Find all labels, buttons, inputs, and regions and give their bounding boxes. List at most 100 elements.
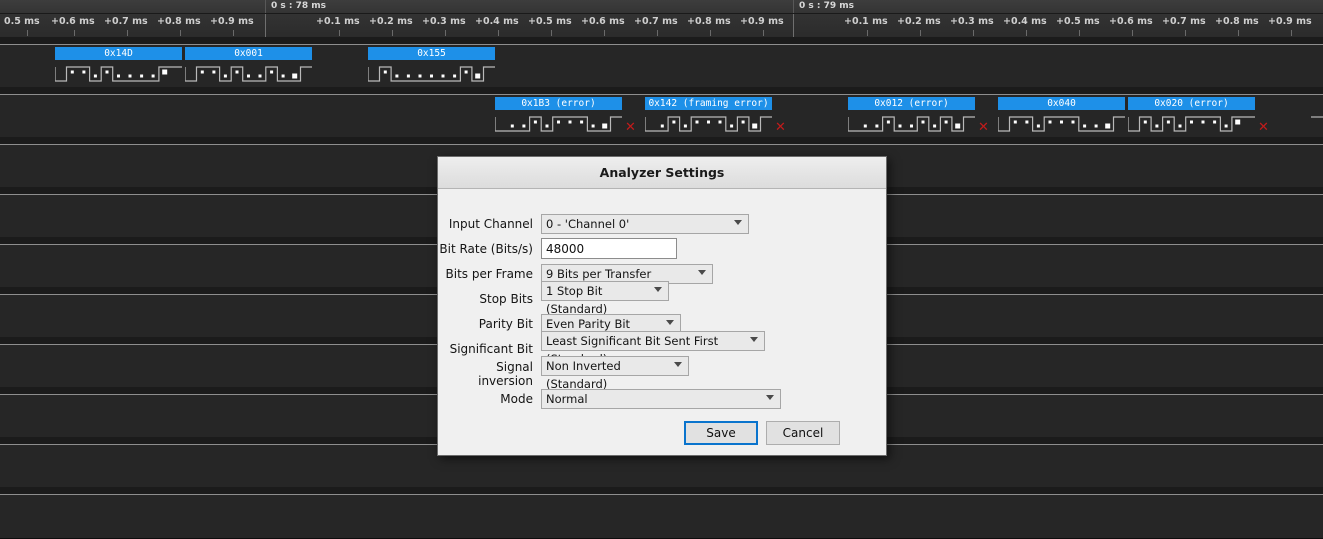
analyzer-settings-dialog[interactable]: Analyzer Settings Input Channel0 - 'Chan… [437, 156, 887, 456]
select-wrapper-mode[interactable]: Normal [541, 389, 781, 409]
label-stop-bits: Stop Bits [438, 292, 541, 306]
ruler-tick-label: 0.5 ms [4, 15, 40, 28]
dialog-button-bar[interactable]: Save Cancel [438, 421, 888, 445]
time-ruler[interactable]: 0 s : 78 ms0 s : 79 ms 0.5 ms +0.6 ms +0.7… [0, 0, 1323, 37]
form-row-stop-bits: Stop Bits1 Stop Bit (Standard) [438, 286, 886, 311]
dialog-form[interactable]: Input Channel0 - 'Channel 0'Bit Rate (Bi… [438, 189, 886, 411]
frame-error-marker-icon: ✕ [978, 123, 989, 133]
ruler-tick-label: +0.8 ms [1215, 15, 1259, 28]
lane-track-channel-0[interactable]: 0x14D0x001 0x155 [0, 44, 1323, 89]
label-bit-rate: Bit Rate (Bits/s) [438, 242, 541, 256]
ruler-tick-mark [27, 30, 28, 36]
ruler-tick-mark [498, 30, 499, 36]
lane-track-channel-1[interactable]: 0x1B3 (error) ✕ 0x142 (framing error) ✕ 0x01… [0, 94, 1323, 139]
waveform-frame [1128, 113, 1255, 137]
frame-label[interactable]: 0x001 [185, 47, 312, 60]
ruler-tick-label: +0.3 ms [950, 15, 994, 28]
label-parity-bit: Parity Bit [438, 317, 541, 331]
ruler-tick-label: +0.1 ms [316, 15, 360, 28]
form-row-bit-rate: Bit Rate (Bits/s) [438, 236, 886, 261]
ruler-tick-label: +0.3 ms [422, 15, 466, 28]
ruler-major-row: 0 s : 78 ms0 s : 79 ms [0, 0, 1323, 14]
ruler-major-divider [793, 14, 794, 37]
ruler-tick-mark [763, 30, 764, 36]
label-significant-bit: Significant Bit [438, 342, 541, 356]
waveform-frame [645, 113, 772, 137]
control-stop-bits: 1 Stop Bit (Standard) [541, 281, 669, 317]
control-input-channel: 0 - 'Channel 0' [541, 213, 749, 234]
select-wrapper-stop-bits[interactable]: 1 Stop Bit (Standard) [541, 281, 669, 301]
waveform-idle [1311, 113, 1323, 137]
ruler-tick-row: 0.5 ms +0.6 ms +0.7 ms +0.8 ms +0.9 ms +0.1 m… [0, 14, 1323, 38]
ruler-tick-mark [1291, 30, 1292, 36]
frame-label[interactable]: 0x1B3 (error) [495, 97, 622, 110]
ruler-major-label: 0 s : 78 ms [265, 0, 793, 13]
input-channel-select[interactable]: 0 - 'Channel 0' [541, 214, 749, 234]
dialog-title: Analyzer Settings [438, 157, 886, 189]
ruler-tick-mark [127, 30, 128, 36]
ruler-tick-mark [1238, 30, 1239, 36]
ruler-tick-mark [1026, 30, 1027, 36]
ruler-tick-mark [867, 30, 868, 36]
frame-label[interactable]: 0x142 (framing error) [645, 97, 772, 110]
ruler-tick-label: +0.9 ms [210, 15, 254, 28]
waveform-frame [55, 63, 182, 87]
label-signal-inversion: Signal inversion [438, 360, 541, 388]
stop-bits-select[interactable]: 1 Stop Bit (Standard) [541, 281, 669, 301]
form-row-signal-inversion: Signal inversionNon Inverted (Standard) [438, 361, 886, 386]
ruler-tick-label: +0.1 ms [844, 15, 888, 28]
frame-error-marker-icon: ✕ [1258, 123, 1269, 133]
ruler-tick-label: +0.8 ms [687, 15, 731, 28]
ruler-tick-mark [233, 30, 234, 36]
control-bit-rate [541, 238, 677, 260]
ruler-tick-mark [1185, 30, 1186, 36]
select-wrapper-signal-inversion[interactable]: Non Inverted (Standard) [541, 356, 689, 376]
ruler-tick-label: +0.5 ms [528, 15, 572, 28]
mode-select[interactable]: Normal [541, 389, 781, 409]
ruler-tick-mark [392, 30, 393, 36]
ruler-tick-mark [180, 30, 181, 36]
ruler-tick-mark [710, 30, 711, 36]
ruler-tick-label: +0.4 ms [475, 15, 519, 28]
save-button[interactable]: Save [684, 421, 758, 445]
lane-gutter [0, 37, 1323, 44]
signal-inversion-select[interactable]: Non Inverted (Standard) [541, 356, 689, 376]
ruler-tick-mark [1079, 30, 1080, 36]
bit-rate-input[interactable] [541, 238, 677, 259]
ruler-tick-label: +0.6 ms [581, 15, 625, 28]
label-mode: Mode [438, 392, 541, 406]
form-row-input-channel: Input Channel0 - 'Channel 0' [438, 211, 886, 236]
ruler-major-divider [265, 14, 266, 37]
waveform-frame [368, 63, 495, 87]
ruler-tick-mark [1132, 30, 1133, 36]
waveform-frame [185, 63, 312, 87]
frame-label[interactable]: 0x012 (error) [848, 97, 975, 110]
frame-error-marker-icon: ✕ [775, 123, 786, 133]
label-input-channel: Input Channel [438, 217, 541, 231]
lane-gutter [0, 137, 1323, 144]
ruler-tick-label: +0.9 ms [1268, 15, 1312, 28]
lane-track[interactable] [0, 494, 1323, 539]
ruler-tick-mark [445, 30, 446, 36]
ruler-tick-label: +0.7 ms [1162, 15, 1206, 28]
cancel-button[interactable]: Cancel [766, 421, 840, 445]
frame-label[interactable]: 0x020 (error) [1128, 97, 1255, 110]
control-signal-inversion: Non Inverted (Standard) [541, 356, 689, 392]
control-mode: Normal [541, 388, 781, 409]
label-bits-per-frame: Bits per Frame [438, 267, 541, 281]
ruler-tick-mark [920, 30, 921, 36]
significant-bit-select[interactable]: Least Significant Bit Sent First (Standa… [541, 331, 765, 351]
ruler-tick-label: +0.8 ms [157, 15, 201, 28]
select-wrapper-significant-bit[interactable]: Least Significant Bit Sent First (Standa… [541, 331, 765, 351]
ruler-tick-label: +0.4 ms [1003, 15, 1047, 28]
ruler-tick-mark [74, 30, 75, 36]
ruler-tick-mark [973, 30, 974, 36]
frame-label[interactable]: 0x155 [368, 47, 495, 60]
lane-signal-channel-1 [0, 113, 1323, 137]
ruler-tick-mark [339, 30, 340, 36]
ruler-tick-label: +0.2 ms [369, 15, 413, 28]
frame-label[interactable]: 0x14D [55, 47, 182, 60]
select-wrapper-input-channel[interactable]: 0 - 'Channel 0' [541, 214, 749, 234]
frame-label[interactable]: 0x040 [998, 97, 1125, 110]
form-row-mode: ModeNormal [438, 386, 886, 411]
